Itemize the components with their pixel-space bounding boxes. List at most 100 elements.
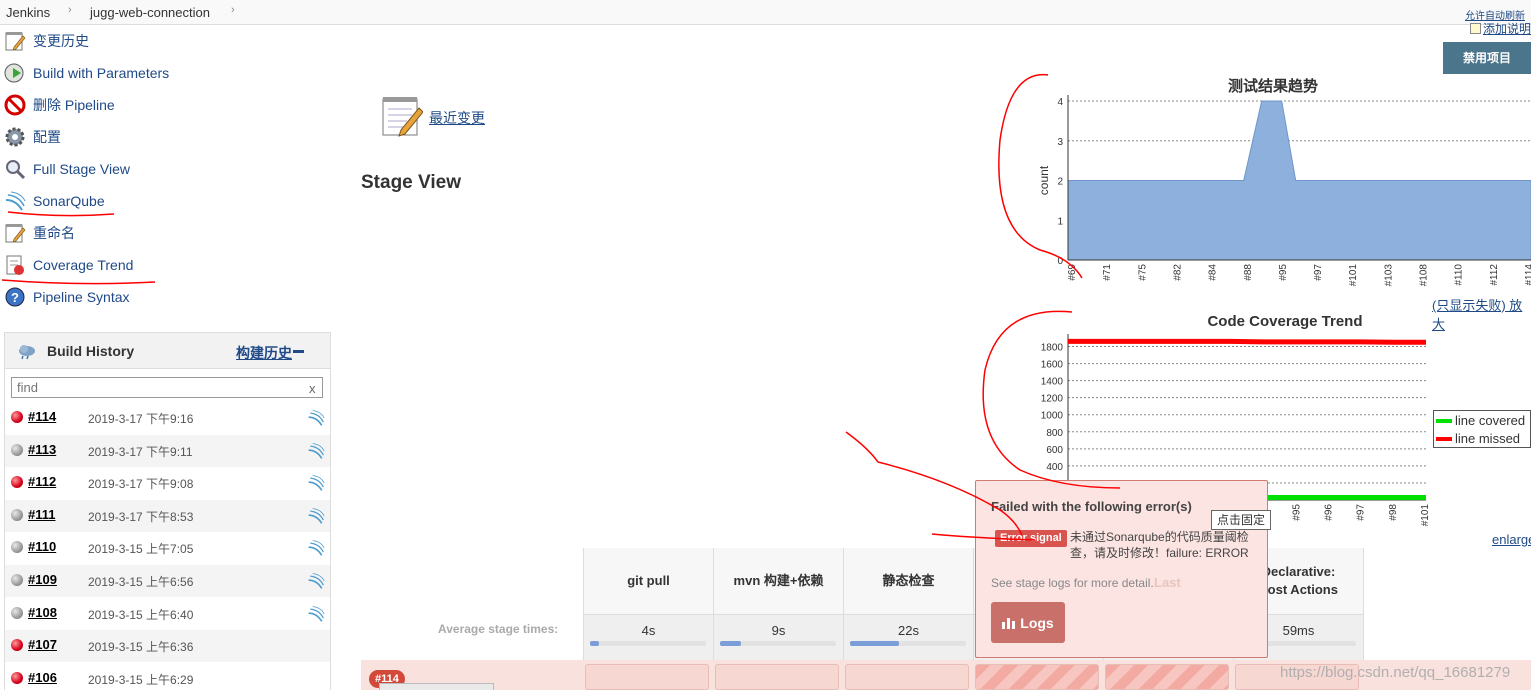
stage-cell[interactable] — [845, 664, 969, 690]
legend-label: line missed — [1455, 431, 1521, 446]
stage-cell[interactable] — [1105, 664, 1229, 690]
x-tick-label: #75 — [1137, 264, 1148, 281]
task-item[interactable]: SonarQube — [4, 189, 105, 213]
build-date[interactable]: 2019-3-17 下午9:16 — [88, 410, 193, 427]
failed-only-enlarge-link[interactable]: (只显示失败) 放大 — [1432, 295, 1531, 333]
sonarqube-icon[interactable] — [307, 539, 325, 557]
add-description-link[interactable]: 添加说明 — [1469, 20, 1531, 37]
build-number-link[interactable]: #109 — [28, 572, 57, 587]
breadcrumb-separator-icon[interactable]: › — [68, 4, 72, 16]
build-date[interactable]: 2019-3-17 下午9:11 — [88, 443, 193, 460]
legend-item-missed: line missed — [1436, 431, 1520, 446]
build-history-title: Build History — [47, 343, 135, 359]
stage-cell[interactable] — [975, 664, 1099, 690]
task-item[interactable]: Full Stage View — [4, 157, 130, 181]
build-date[interactable]: 2019-3-15 上午6:56 — [88, 573, 193, 590]
sonarqube-icon[interactable] — [307, 442, 325, 460]
x-tick-label: #95 — [1278, 264, 1289, 281]
task-item[interactable]: 重命名 — [4, 221, 75, 245]
bar-chart-icon — [1002, 617, 1016, 629]
task-item[interactable]: Build with Parameters — [4, 61, 169, 85]
task-label[interactable]: Full Stage View — [33, 161, 130, 177]
logs-button-label: Logs — [1020, 614, 1054, 631]
svg-text:?: ? — [11, 290, 19, 305]
stage-name: mvn 构建+依赖 — [733, 573, 824, 588]
stage-header: mvn 构建+依赖 — [714, 548, 844, 614]
build-number-link[interactable]: #111 — [28, 507, 56, 522]
build-search-input[interactable] — [11, 377, 323, 398]
stage-cell[interactable] — [585, 664, 709, 690]
run-changes-tab[interactable] — [379, 683, 494, 690]
task-label[interactable]: Pipeline Syntax — [33, 289, 130, 305]
build-number-link[interactable]: #113 — [28, 442, 56, 457]
build-status-icon — [11, 671, 23, 684]
sonarqube-icon[interactable] — [307, 507, 325, 525]
task-item[interactable]: Coverage Trend — [4, 253, 133, 277]
build-date[interactable]: 2019-3-15 上午6:29 — [88, 671, 193, 688]
breadcrumb-separator-icon[interactable]: › — [231, 4, 235, 16]
task-label[interactable]: Build with Parameters — [33, 65, 169, 81]
series-area-count — [1067, 100, 1531, 261]
build-row[interactable]: #111 2019-3-17 下午8:53 — [5, 499, 330, 532]
task-label[interactable]: SonarQube — [33, 193, 105, 209]
stage-header: 静态检查 — [844, 548, 974, 614]
sonarqube-icon[interactable] — [307, 605, 325, 623]
build-row[interactable]: #114 2019-3-17 下午9:16 — [5, 402, 330, 434]
task-label[interactable]: 变更历史 — [33, 31, 89, 51]
notepad-icon — [4, 222, 26, 244]
x-tick-label: #82 — [1172, 264, 1183, 281]
build-date[interactable]: 2019-3-15 上午6:36 — [88, 638, 193, 655]
build-row[interactable]: #113 2019-3-17 下午9:11 — [5, 434, 330, 467]
collapse-icon[interactable] — [293, 350, 304, 353]
x-tick-label: #114 — [1524, 264, 1531, 286]
breadcrumb-project[interactable]: jugg-web-connection — [90, 5, 210, 20]
build-number-link[interactable]: #108 — [28, 605, 57, 620]
gear-icon — [4, 126, 26, 148]
x-tick-label: #96 — [1323, 504, 1334, 521]
enlarge-link[interactable]: enlarge — [1492, 532, 1531, 547]
task-item[interactable]: 配置 — [4, 125, 61, 149]
build-date[interactable]: 2019-3-17 下午8:53 — [88, 508, 193, 525]
logs-button[interactable]: Logs — [991, 602, 1065, 643]
build-row[interactable]: #110 2019-3-15 上午7:05 — [5, 532, 330, 564]
clear-search-icon[interactable]: x — [309, 381, 316, 396]
stage-cell[interactable] — [715, 664, 839, 690]
build-row[interactable]: #106 2019-3-15 上午6:29 — [5, 663, 330, 690]
stage-failure-popup: Failed with the following error(s) Error… — [975, 480, 1268, 658]
build-history-trend-link[interactable]: 构建历史 — [236, 343, 292, 363]
build-row[interactable]: #108 2019-3-15 上午6:40 — [5, 598, 330, 630]
task-label[interactable]: 重命名 — [33, 223, 75, 243]
task-label[interactable]: Coverage Trend — [33, 257, 133, 273]
task-label[interactable]: 删除 Pipeline — [33, 95, 115, 115]
build-number-link[interactable]: #106 — [28, 670, 57, 685]
build-row[interactable]: #109 2019-3-15 上午6:56 — [5, 565, 330, 597]
x-tick-label: #84 — [1208, 264, 1219, 281]
build-row[interactable]: #112 2019-3-17 下午9:08 — [5, 467, 330, 499]
build-status-icon — [11, 411, 23, 423]
no-entry-icon — [4, 94, 26, 116]
sonarqube-icon[interactable] — [307, 474, 325, 492]
build-row[interactable]: #107 2019-3-15 上午6:36 — [5, 630, 330, 663]
x-tick-label: #98 — [1388, 504, 1399, 521]
task-item[interactable]: 变更历史 — [4, 29, 89, 53]
task-label[interactable]: 配置 — [33, 127, 61, 147]
build-number-link[interactable]: #110 — [28, 539, 56, 554]
chart-title: Code Coverage Trend — [1207, 313, 1362, 330]
build-date[interactable]: 2019-3-17 下午9:08 — [88, 475, 193, 492]
build-number-link[interactable]: #112 — [28, 474, 56, 489]
breadcrumb-jenkins[interactable]: Jenkins — [6, 5, 50, 20]
stage-time-bar — [850, 641, 966, 646]
y-tick-label: 4 — [1057, 97, 1063, 108]
build-date[interactable]: 2019-3-15 上午6:40 — [88, 606, 193, 623]
weather-cloud-icon — [19, 345, 35, 360]
sonarqube-icon[interactable] — [307, 409, 325, 427]
task-item[interactable]: 删除 Pipeline — [4, 93, 115, 117]
build-number-link[interactable]: #114 — [28, 409, 56, 424]
build-number-link[interactable]: #107 — [28, 637, 57, 652]
recent-changes-link[interactable]: 最近变更 — [429, 108, 485, 128]
sonarqube-icon[interactable] — [307, 572, 325, 590]
task-item[interactable]: ? Pipeline Syntax — [4, 285, 130, 309]
test-result-trend-chart[interactable]: 测试结果趋势 0 1 2 3 4 count #69 #71 #75 #82 #84 #88 #95 #97… — [1030, 70, 1531, 292]
build-date[interactable]: 2019-3-15 上午7:05 — [88, 540, 193, 557]
build-status-icon — [11, 606, 23, 619]
